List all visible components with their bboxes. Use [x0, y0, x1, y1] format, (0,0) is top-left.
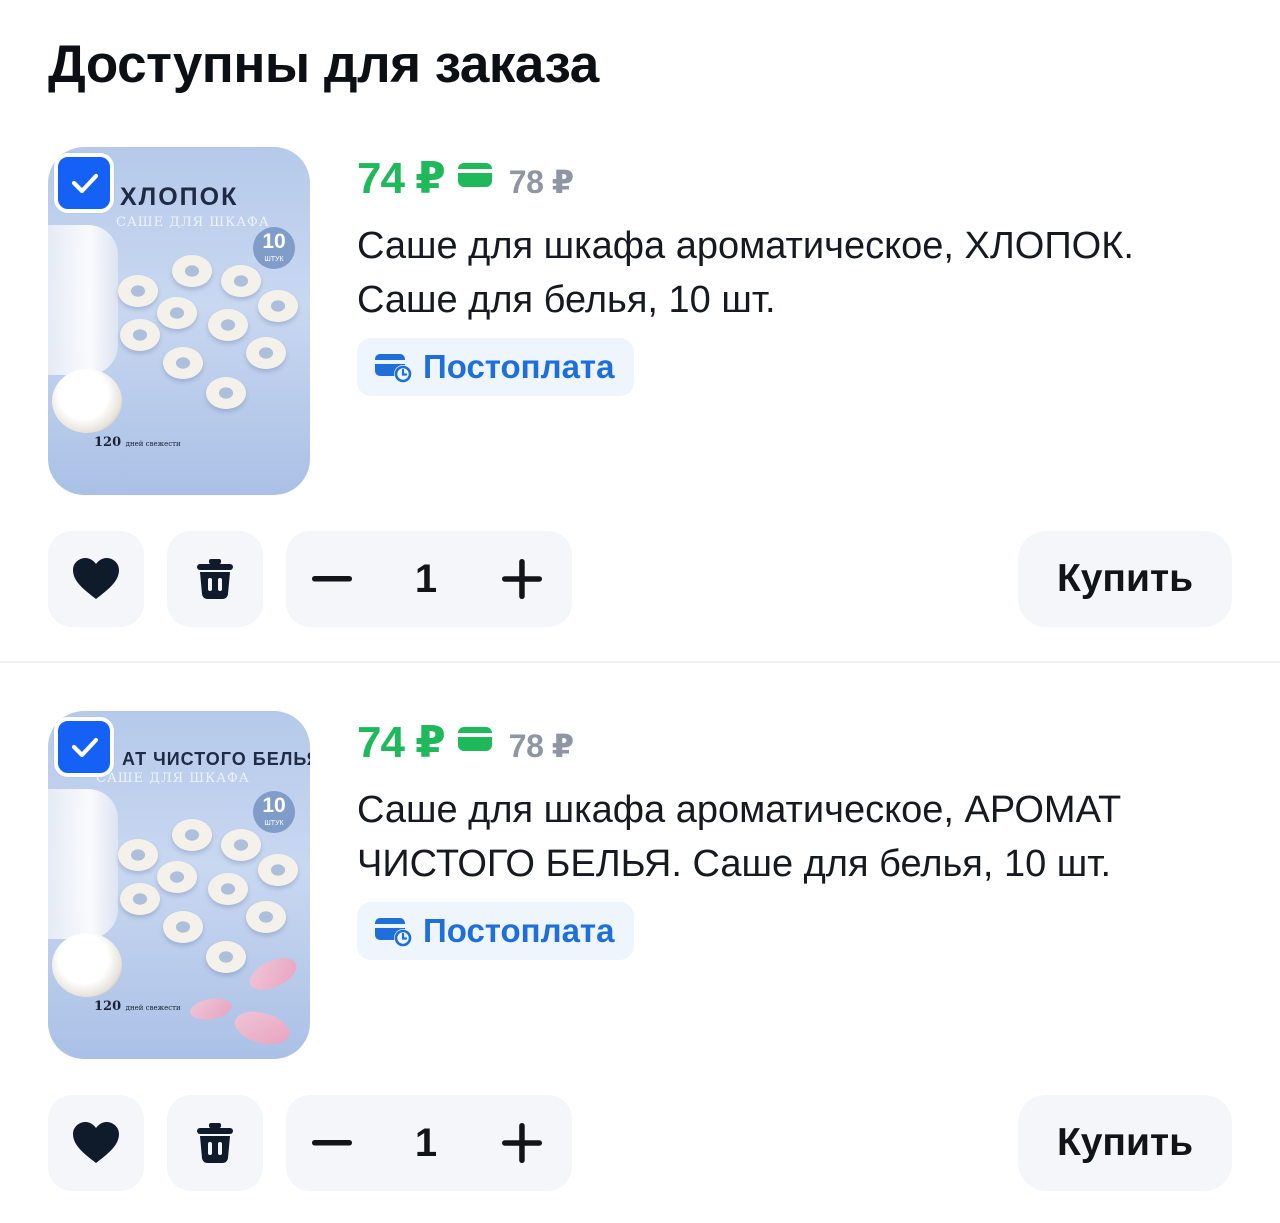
postpay-badge: Постоплата — [357, 902, 635, 960]
decrease-button[interactable] — [302, 1095, 362, 1191]
wallet-icon — [457, 163, 492, 187]
current-price: 74 ₽ — [357, 718, 446, 767]
check-icon — [71, 737, 99, 758]
trash-icon — [197, 1123, 233, 1163]
image-days-label: 120 дней свежести — [94, 435, 181, 450]
postpay-label: Постоплата — [423, 348, 615, 385]
section-title: Доступны для заказа — [48, 35, 599, 94]
postpay-card-clock-icon — [375, 354, 412, 383]
old-price: 78 ₽ — [508, 728, 574, 764]
product-title[interactable]: Саше для шкафа ароматическое, ХЛОПОК. Са… — [357, 219, 1237, 327]
quantity-stepper: 1 — [286, 1095, 572, 1191]
current-price: 74 ₽ — [357, 154, 446, 203]
item-select-checkbox[interactable] — [54, 153, 114, 213]
cotton-decoration — [52, 369, 122, 433]
wallet-icon — [457, 727, 492, 751]
plus-icon — [502, 559, 542, 599]
price-row: 74 ₽ 78 ₽ — [357, 153, 574, 203]
check-icon — [71, 173, 99, 194]
increase-button[interactable] — [492, 1095, 552, 1191]
heart-icon — [73, 1122, 119, 1163]
postpay-label: Постоплата — [423, 912, 615, 949]
image-label: ХЛОПОК — [120, 183, 239, 211]
petal-decoration — [244, 951, 302, 997]
old-price: 78 ₽ — [508, 164, 574, 200]
price-row: 74 ₽ 78 ₽ — [357, 717, 574, 767]
favorite-button[interactable] — [48, 531, 144, 627]
cart-item: ХЛОПОК САШЕ ДЛЯ ШКАФА 10 ШТУК 120 дней с… — [0, 147, 1280, 711]
petal-decoration — [188, 995, 234, 1023]
petal-decoration — [231, 1006, 293, 1050]
quantity-value: 1 — [414, 1121, 438, 1165]
buy-button[interactable]: Купить — [1018, 531, 1232, 627]
minus-icon — [312, 576, 352, 582]
delete-button[interactable] — [167, 1095, 263, 1191]
image-label: АТ ЧИСТОГО БЕЛЬЯ — [122, 749, 310, 769]
quantity-stepper: 1 — [286, 531, 572, 627]
heart-icon — [73, 558, 119, 599]
trash-icon — [197, 559, 233, 599]
postpay-card-clock-icon — [375, 918, 412, 947]
image-count-badge: 10 ШТУК — [253, 791, 295, 833]
buy-button[interactable]: Купить — [1018, 1095, 1232, 1191]
cart-item: АТ ЧИСТОГО БЕЛЬЯ САШЕ ДЛЯ ШКАФА 10 ШТУК … — [0, 711, 1280, 1223]
item-select-checkbox[interactable] — [54, 717, 114, 777]
divider — [0, 661, 1280, 663]
item-controls: 1 Купить — [0, 531, 1280, 627]
minus-icon — [312, 1140, 352, 1146]
image-days-label: 120 дней свежести — [94, 999, 181, 1014]
product-title[interactable]: Саше для шкафа ароматическое, АРОМАТ ЧИС… — [357, 783, 1237, 891]
decrease-button[interactable] — [302, 531, 362, 627]
item-controls: 1 Купить — [0, 1095, 1280, 1191]
plus-icon — [502, 1123, 542, 1163]
favorite-button[interactable] — [48, 1095, 144, 1191]
cart-available-section: Доступны для заказа ХЛОПОК САШЕ ДЛЯ ШКАФ… — [0, 0, 1280, 1223]
quantity-value: 1 — [414, 557, 438, 601]
postpay-badge: Постоплата — [357, 338, 635, 396]
increase-button[interactable] — [492, 531, 552, 627]
image-count-badge: 10 ШТУК — [253, 227, 295, 269]
image-sublabel: САШЕ ДЛЯ ШКАФА — [96, 771, 250, 786]
image-sublabel: САШЕ ДЛЯ ШКАФА — [116, 215, 270, 230]
delete-button[interactable] — [167, 531, 263, 627]
cotton-decoration — [52, 933, 122, 997]
